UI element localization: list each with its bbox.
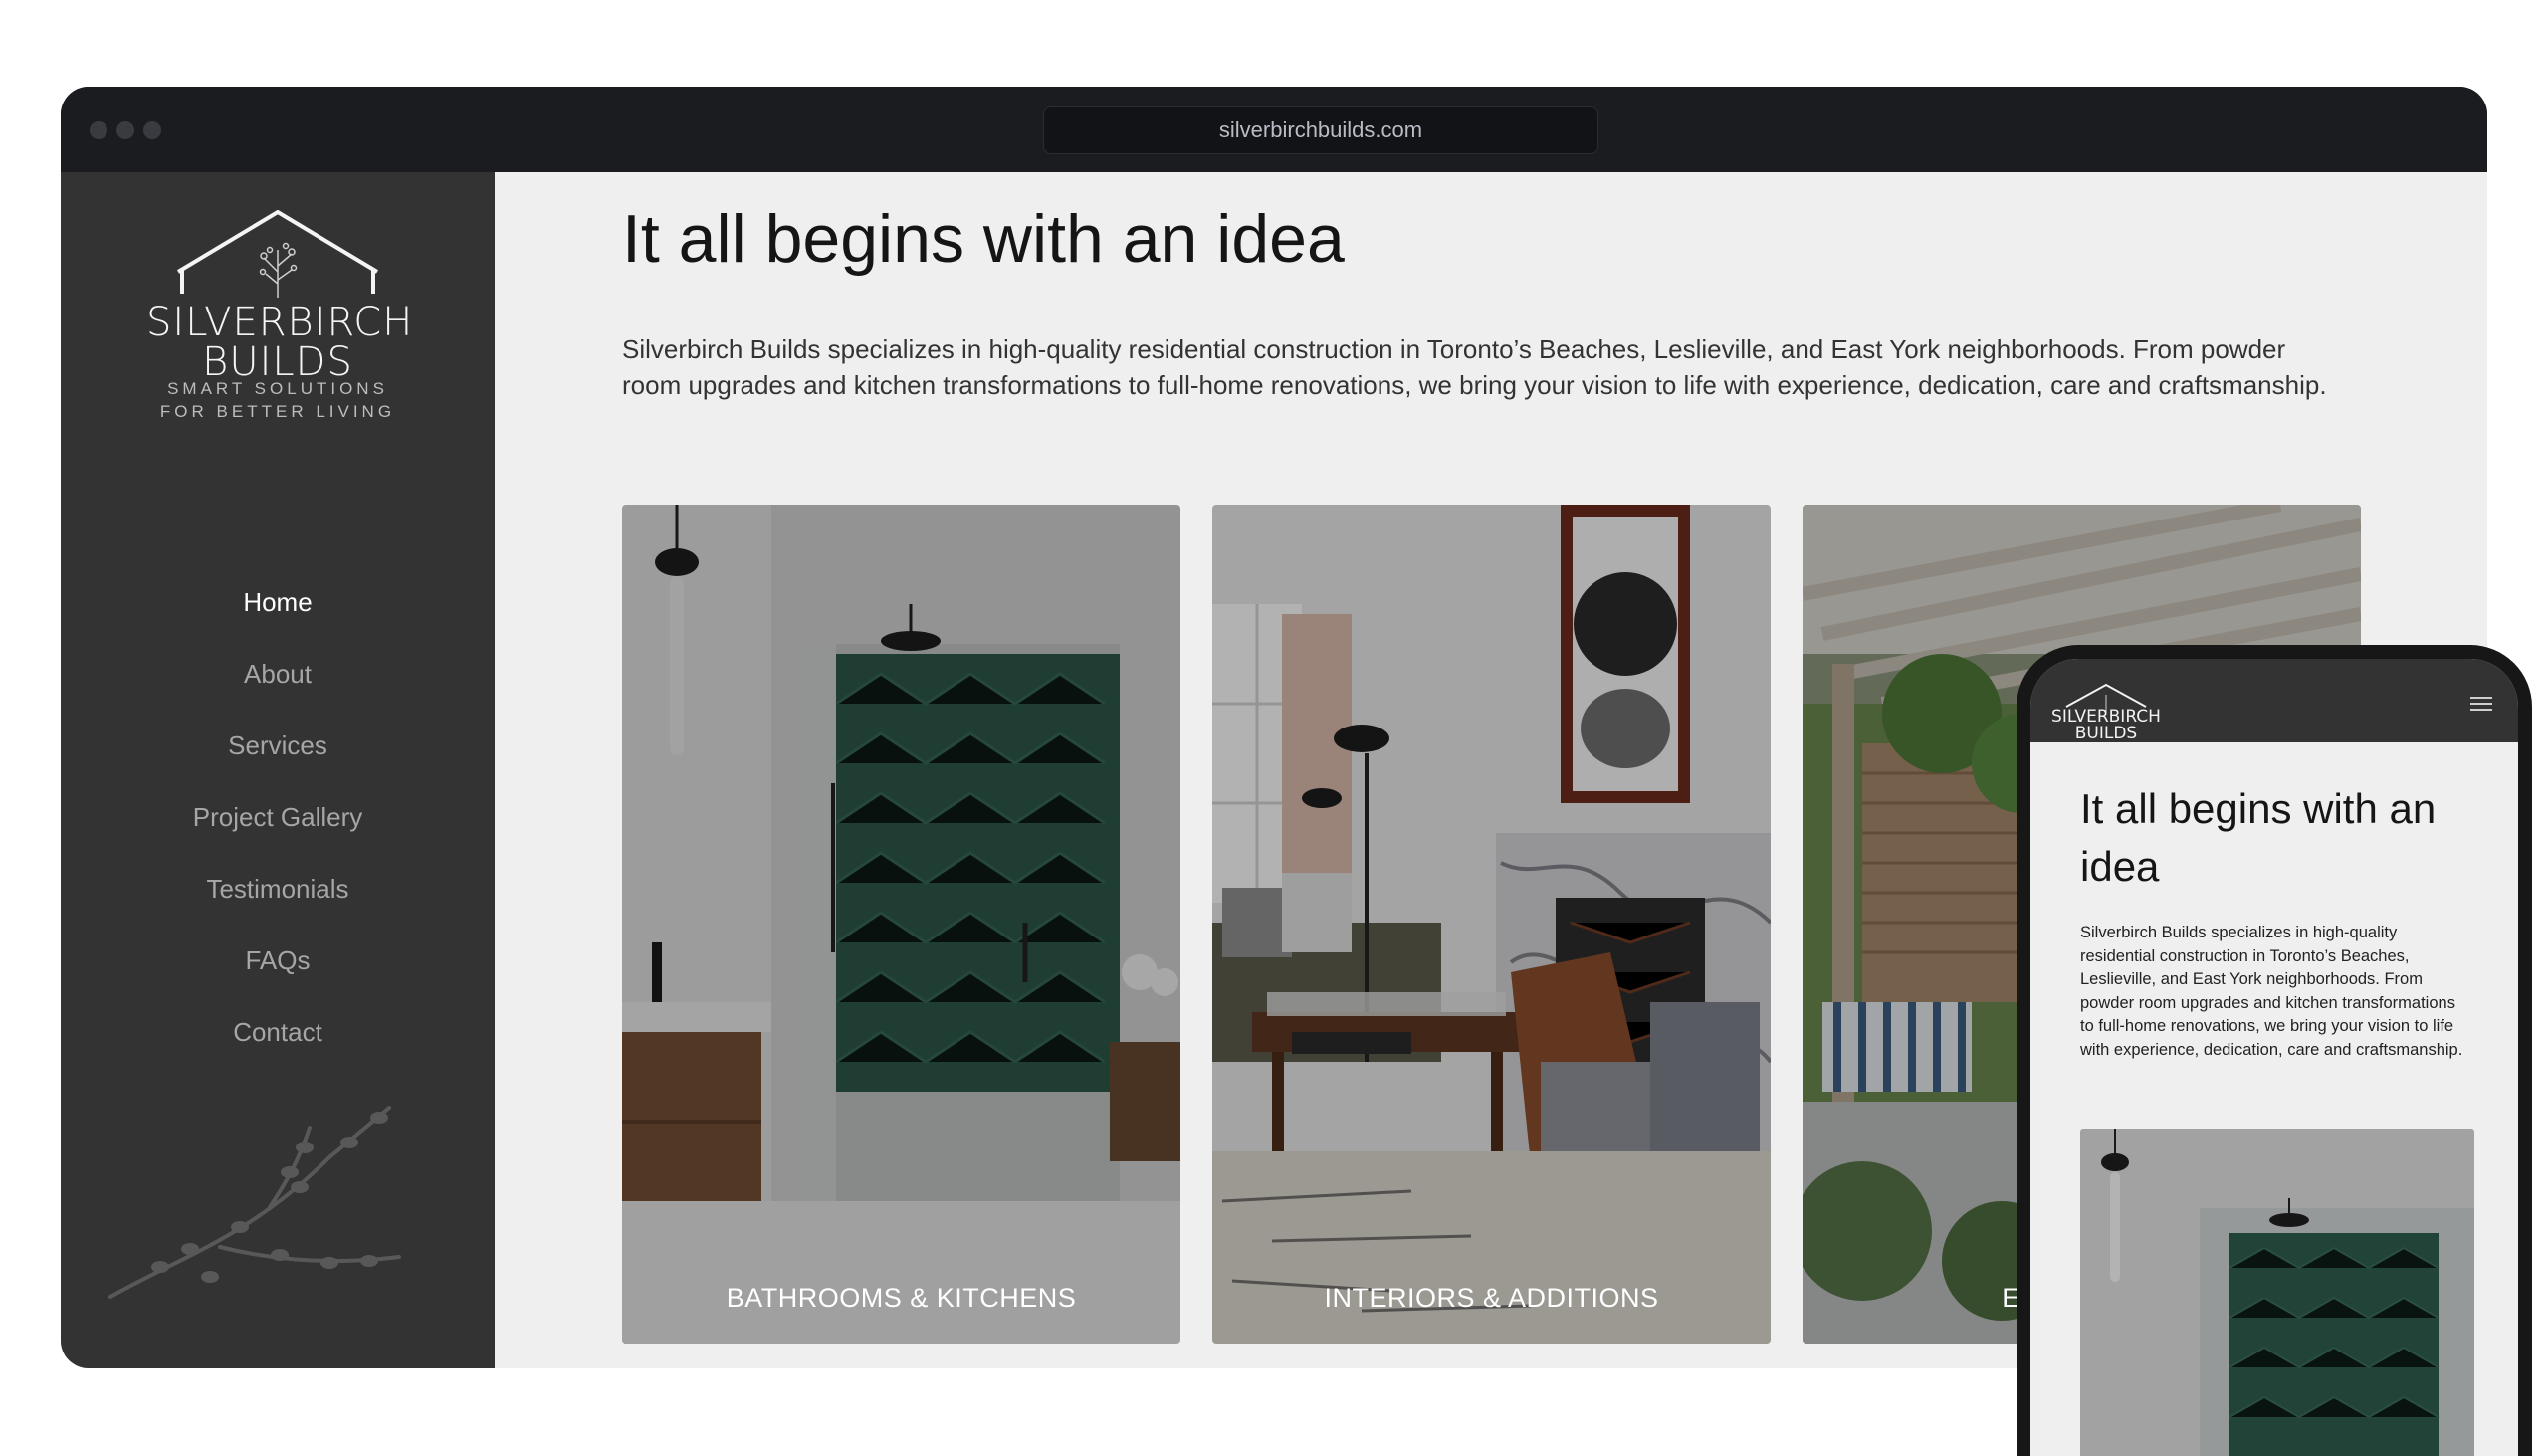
card-label: INTERIORS & ADDITIONS [1324, 1283, 1659, 1313]
tagline-line2: FOR BETTER LIVING [159, 402, 396, 421]
mobile-screen: SILVERBIRCH BUILDS It all begins with an… [2030, 659, 2518, 1456]
site-logo[interactable]: SILVERBIRCH BUILDS [146, 210, 412, 385]
living-room-photo [1212, 505, 1771, 1344]
page-title: It all begins with an idea [622, 201, 1345, 277]
service-card-bathrooms-kitchens[interactable]: BATHROOMS & KITCHENS [622, 505, 1180, 1344]
tagline-line1: SMART SOLUTIONS [167, 379, 388, 398]
window-maximize-dot[interactable] [143, 121, 161, 139]
service-card-interiors-additions[interactable]: INTERIORS & ADDITIONS [1212, 505, 1771, 1344]
mobile-phone-mockup: SILVERBIRCH BUILDS It all begins with an… [2017, 645, 2532, 1456]
house-roof-icon [176, 210, 379, 298]
nav-item-project-gallery[interactable]: Project Gallery [61, 781, 495, 853]
address-bar[interactable]: silverbirchbuilds.com [1043, 106, 1598, 154]
nav-item-services[interactable]: Services [61, 710, 495, 781]
hamburger-icon[interactable] [2470, 697, 2492, 715]
mobile-brand-line2: BUILDS [2074, 724, 2138, 743]
nav-item-testimonials[interactable]: Testimonials [61, 853, 495, 925]
main-nav: Home About Services Project Gallery Test… [61, 566, 495, 1068]
card-label: BATHROOMS & KITCHENS [726, 1283, 1077, 1313]
window-close-dot[interactable] [90, 121, 107, 139]
nav-item-home[interactable]: Home [61, 566, 495, 638]
mobile-intro-paragraph: Silverbirch Builds specializes in high-q… [2080, 924, 2463, 1059]
intro-paragraph: Silverbirch Builds specializes in high-q… [622, 334, 2327, 400]
nav-item-faqs[interactable]: FAQs [61, 925, 495, 996]
nav-item-contact[interactable]: Contact [61, 996, 495, 1068]
bathroom-photo [2080, 1129, 2474, 1456]
birch-branch-decoration [108, 1106, 401, 1299]
mobile-page-title: It all begins with an idea [2080, 785, 2437, 890]
mobile-service-card[interactable] [2080, 1129, 2474, 1456]
window-minimize-dot[interactable] [116, 121, 134, 139]
browser-titlebar: silverbirchbuilds.com [61, 87, 2487, 172]
mobile-header: SILVERBIRCH BUILDS [2030, 659, 2518, 743]
sidebar: SILVERBIRCH BUILDS SMART SOLUTIONS FOR B… [61, 172, 495, 1368]
bathroom-photo [622, 505, 1180, 1344]
brand-tagline: SMART SOLUTIONS FOR BETTER LIVING [61, 377, 495, 423]
nav-item-about[interactable]: About [61, 638, 495, 710]
